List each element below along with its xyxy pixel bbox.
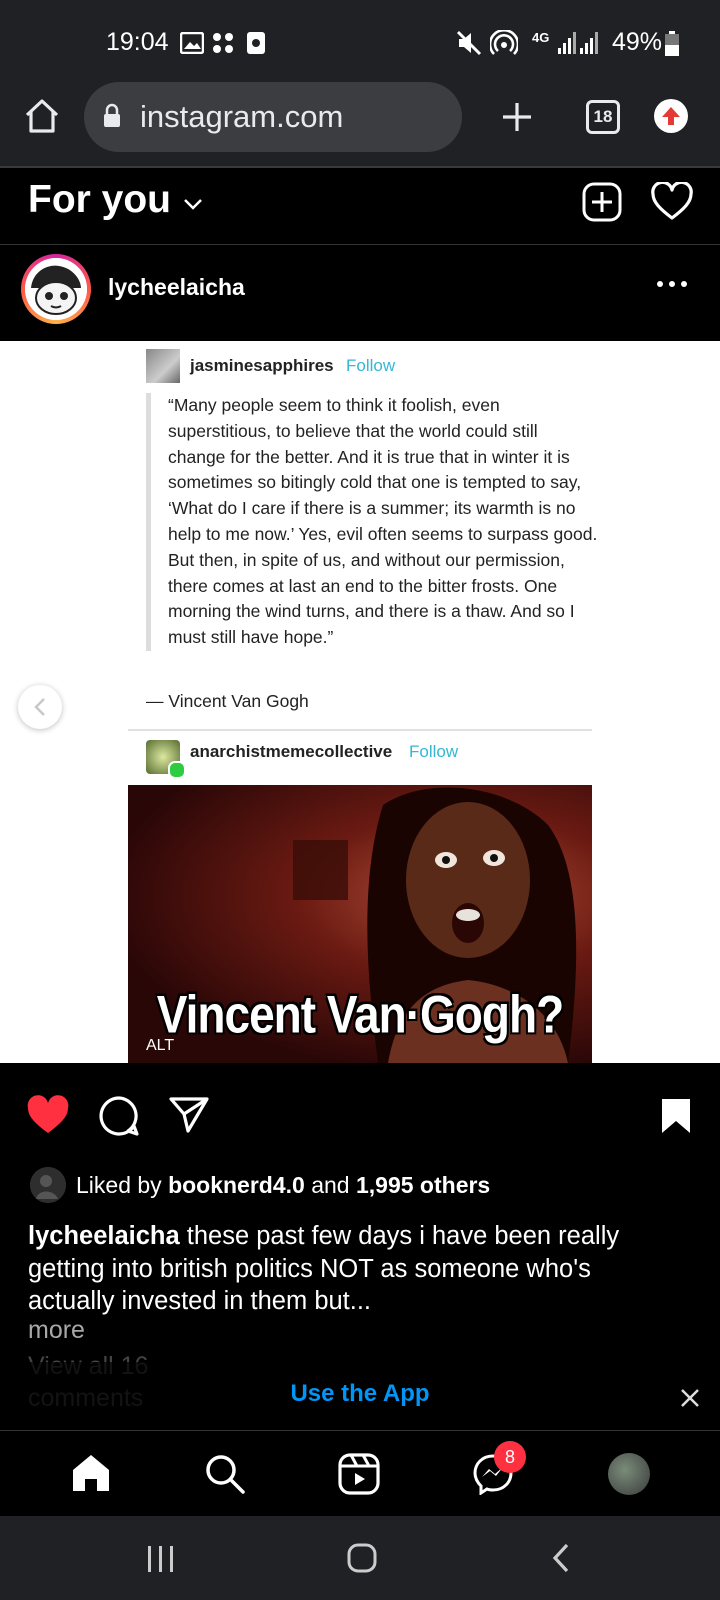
nav-profile-avatar[interactable] — [608, 1453, 650, 1495]
messages-badge: 8 — [494, 1441, 526, 1473]
tumblr-follow-1: Follow — [346, 356, 396, 375]
avatar — [25, 258, 87, 320]
system-home-icon[interactable] — [346, 1542, 378, 1574]
likes-text: Liked by booknerd4.0 and 1,995 others — [76, 1172, 490, 1199]
alt-badge[interactable]: ALT — [146, 1037, 174, 1055]
nav-home-icon[interactable] — [70, 1453, 112, 1493]
quote-attribution: — Vincent Van Gogh — [146, 691, 309, 711]
tumblr-user-2: anarchistmemecollective — [190, 742, 393, 761]
story-ring[interactable] — [21, 254, 91, 324]
more-link[interactable]: more — [28, 1316, 85, 1345]
system-back-icon[interactable] — [550, 1542, 572, 1574]
tab-switcher-button[interactable]: 18 — [586, 100, 620, 134]
post-header: lycheelaicha — [0, 245, 720, 341]
url-text: instagram.com — [140, 99, 344, 134]
lock-icon — [104, 103, 120, 127]
update-arrow-icon — [662, 107, 680, 125]
chevron-left-icon — [34, 698, 45, 716]
use-app-link[interactable]: Use the App — [0, 1380, 720, 1408]
status-time: 19:04 — [106, 28, 169, 56]
use-app-banner: Use the App — [0, 1362, 720, 1430]
post-caption: lycheelaicha these past few days i have … — [28, 1220, 668, 1318]
bookmark-icon[interactable] — [660, 1097, 692, 1135]
battery-percent: 49% — [612, 28, 663, 56]
bottom-nav: 8 — [0, 1431, 720, 1516]
gif-caption: Vincent Van·Gogh? — [156, 984, 564, 1044]
tumblr-user-1: jasminesapphires — [190, 356, 334, 375]
likes-count[interactable]: 1,995 others — [356, 1172, 490, 1198]
reaction-gif: Vincent Van·Gogh? ALT — [128, 785, 592, 1063]
update-button[interactable] — [654, 99, 688, 133]
browser-toolbar: instagram.com 18 — [0, 82, 720, 166]
system-nav-bar — [0, 1516, 720, 1600]
liker-username[interactable]: booknerd4.0 — [168, 1172, 305, 1198]
feed-header: For you — [0, 168, 720, 244]
mute-icon — [456, 30, 482, 56]
battery-icon — [665, 31, 679, 56]
reblog-icon — [168, 761, 186, 779]
tumblr-follow-2: Follow — [409, 742, 459, 761]
quote-text: “Many people seem to think it foolish, e… — [146, 393, 598, 651]
post-username[interactable]: lycheelaicha — [108, 274, 245, 301]
share-icon[interactable] — [168, 1095, 210, 1135]
comment-icon[interactable] — [98, 1095, 140, 1137]
liker-avatar-image — [30, 1167, 66, 1203]
likes-prefix: Liked by — [76, 1172, 162, 1198]
network-type: 4G — [532, 30, 550, 45]
nav-reels-icon[interactable] — [338, 1453, 380, 1495]
status-bar: 19:04 4G 49% — [0, 0, 720, 82]
avatar-icon — [25, 258, 87, 320]
address-bar[interactable]: instagram.com — [84, 82, 462, 152]
hotspot-icon — [490, 30, 518, 55]
heart-icon[interactable] — [650, 182, 694, 222]
chevron-down-icon[interactable] — [182, 194, 204, 214]
new-tab-icon[interactable] — [500, 100, 534, 134]
liker-avatar — [30, 1167, 66, 1203]
nav-search-icon[interactable] — [204, 1453, 246, 1495]
feed-title[interactable]: For you — [28, 178, 171, 222]
divider — [128, 729, 592, 731]
signal-icon — [558, 32, 598, 54]
post-actions — [0, 1063, 720, 1155]
gallery-icon — [180, 32, 204, 54]
like-icon[interactable] — [26, 1095, 70, 1135]
capture-icon — [247, 32, 265, 54]
app-grid-icon — [213, 33, 233, 53]
recent-apps-icon[interactable] — [146, 1544, 176, 1574]
carousel-prev-button[interactable] — [18, 685, 62, 729]
caption-username[interactable]: lycheelaicha — [28, 1222, 180, 1250]
tumblr-avatar-1 — [146, 349, 180, 383]
likes-conj: and — [311, 1172, 350, 1198]
close-icon[interactable] — [680, 1388, 700, 1408]
more-options-icon[interactable] — [656, 279, 688, 289]
post-image[interactable]: jasminesapphires Follow “Many people see… — [0, 341, 720, 1063]
new-post-icon[interactable] — [582, 182, 622, 222]
home-icon[interactable] — [22, 96, 62, 136]
